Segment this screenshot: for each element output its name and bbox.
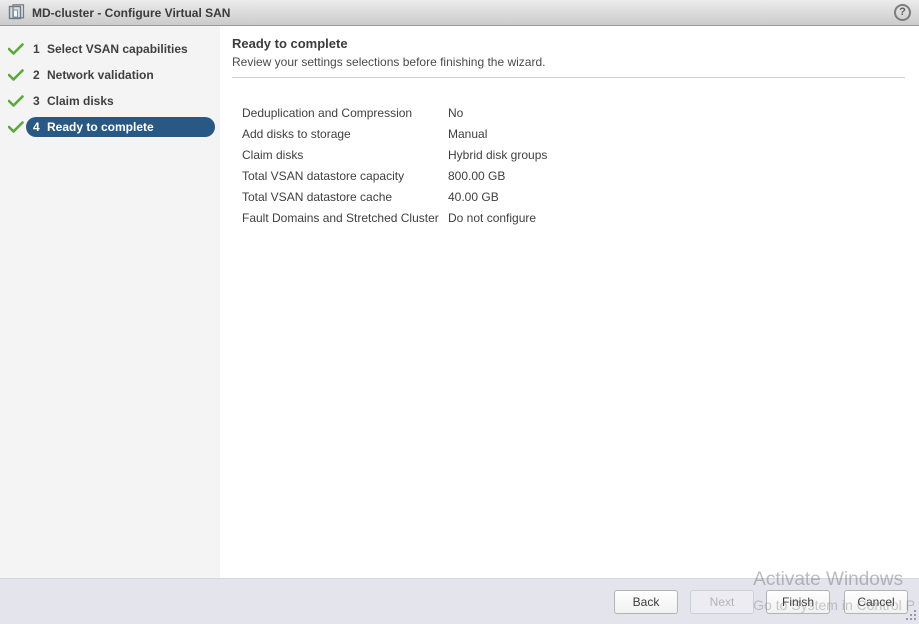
wizard-steps-sidebar: 1 Select VSAN capabilities 2 Network val… [0,26,220,578]
cluster-icon [8,4,25,21]
step-label: Claim disks [47,94,114,108]
step-ready-to-complete[interactable]: 4 Ready to complete [0,114,220,140]
finish-button[interactable]: Finish [766,590,830,614]
setting-value: 40.00 GB [448,189,905,206]
step-label: Network validation [47,68,154,82]
window-title: MD-cluster - Configure Virtual SAN [32,6,230,20]
step-label: Ready to complete [47,120,154,134]
step-completed-check-icon [8,121,24,133]
step-completed-check-icon [8,43,24,55]
setting-label: Fault Domains and Stretched Cluster [242,210,448,227]
setting-label: Deduplication and Compression [242,105,448,122]
step-network-validation[interactable]: 2 Network validation [0,62,220,88]
setting-row-claim-disks: Claim disks Hybrid disk groups [242,147,905,164]
wizard-body: 1 Select VSAN capabilities 2 Network val… [0,26,919,578]
header-divider [232,77,905,78]
step-number: 1 [33,42,47,56]
setting-row-add-disks: Add disks to storage Manual [242,126,905,143]
setting-value: Hybrid disk groups [448,147,905,164]
active-step-pill: 4 Ready to complete [26,117,215,137]
wizard-footer: Back Next Finish Cancel [0,578,919,624]
page-subtitle: Review your settings selections before f… [232,55,905,70]
step-number: 2 [33,68,47,82]
setting-row-fault-domains: Fault Domains and Stretched Cluster Do n… [242,210,905,227]
back-button[interactable]: Back [614,590,678,614]
setting-label: Total VSAN datastore capacity [242,168,448,185]
setting-row-datastore-capacity: Total VSAN datastore capacity 800.00 GB [242,168,905,185]
settings-summary-list: Deduplication and Compression No Add dis… [242,105,905,227]
step-completed-check-icon [8,95,24,107]
setting-value: No [448,105,905,122]
help-button[interactable]: ? [894,4,911,21]
setting-row-datastore-cache: Total VSAN datastore cache 40.00 GB [242,189,905,206]
setting-value: Do not configure [448,210,905,227]
setting-label: Add disks to storage [242,126,448,143]
setting-row-deduplication: Deduplication and Compression No [242,105,905,122]
setting-value: Manual [448,126,905,143]
step-select-vsan-capabilities[interactable]: 1 Select VSAN capabilities [0,36,220,62]
next-button: Next [690,590,754,614]
title-bar: MD-cluster - Configure Virtual SAN ? [0,0,919,26]
step-number: 3 [33,94,47,108]
step-number: 4 [33,120,47,134]
configure-vsan-wizard: MD-cluster - Configure Virtual SAN ? 1 S… [0,0,919,624]
cancel-button[interactable]: Cancel [844,590,908,614]
page-title: Ready to complete [232,36,905,52]
setting-value: 800.00 GB [448,168,905,185]
setting-label: Total VSAN datastore cache [242,189,448,206]
resize-grip[interactable] [904,609,917,622]
step-completed-check-icon [8,69,24,81]
step-claim-disks[interactable]: 3 Claim disks [0,88,220,114]
setting-label: Claim disks [242,147,448,164]
step-label: Select VSAN capabilities [47,42,188,56]
ready-to-complete-panel: Ready to complete Review your settings s… [220,26,919,578]
